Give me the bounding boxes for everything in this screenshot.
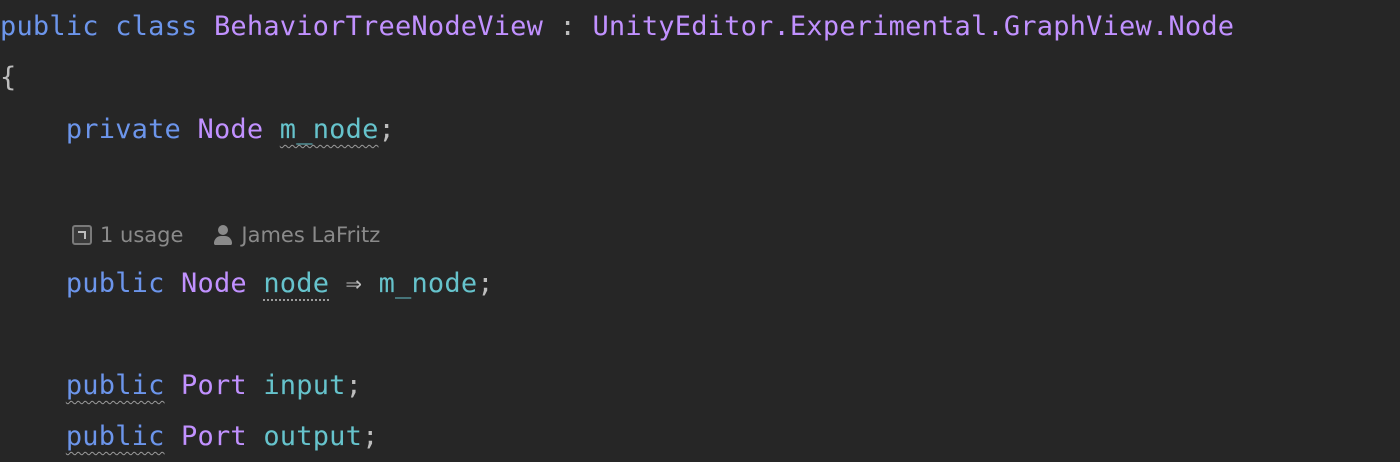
code-editor[interactable]: public class BehaviorTreeNodeView : Unit… <box>0 0 1400 462</box>
type-port[interactable]: Port <box>181 370 247 401</box>
code-line-private-field[interactable]: private Node m_node; <box>0 104 395 155</box>
semicolon: ; <box>378 114 395 145</box>
author-name-label: James LaFritz <box>241 223 381 247</box>
class-name[interactable]: BehaviorTreeNodeView <box>214 11 543 42</box>
field-reference-m-node[interactable]: m_node <box>379 268 478 299</box>
property-node[interactable]: node <box>263 268 329 299</box>
colon: : <box>559 11 576 42</box>
keyword-public: public <box>65 268 165 299</box>
type-port[interactable]: Port <box>181 421 247 452</box>
usage-icon <box>72 225 92 245</box>
code-vision-hint: 1 usage James LaFritz <box>72 216 380 254</box>
semicolon: ; <box>477 268 494 299</box>
field-input[interactable]: input <box>263 370 345 401</box>
code-line-open-brace[interactable]: { <box>0 52 16 103</box>
usage-hint[interactable]: 1 usage <box>72 223 183 247</box>
keyword-class: class <box>115 11 198 42</box>
keyword-public: public <box>65 370 165 401</box>
code-line-class-declaration[interactable]: public class BehaviorTreeNodeView : Unit… <box>0 1 1234 52</box>
code-line-input-port[interactable]: public Port input; <box>0 360 362 411</box>
semicolon: ; <box>345 370 363 401</box>
author-hint[interactable]: James LaFritz <box>213 223 380 247</box>
keyword-public: public <box>0 11 99 42</box>
open-brace: { <box>0 62 17 93</box>
expression-arrow: ⇒ <box>345 268 363 299</box>
field-m-node[interactable]: m_node <box>280 114 379 145</box>
keyword-public: public <box>65 421 165 452</box>
base-class-name[interactable]: UnityEditor.Experimental.GraphView.Node <box>592 11 1234 42</box>
author-icon <box>213 224 233 246</box>
code-line-node-property[interactable]: public Node node ⇒ m_node; <box>0 258 494 309</box>
code-line-output-port[interactable]: public Port output; <box>0 411 379 462</box>
usage-count-label: 1 usage <box>100 223 184 247</box>
keyword-private: private <box>65 114 182 145</box>
field-output[interactable]: output <box>263 421 362 452</box>
type-node[interactable]: Node <box>198 114 264 145</box>
type-node[interactable]: Node <box>181 268 247 299</box>
semicolon: ; <box>362 421 379 452</box>
